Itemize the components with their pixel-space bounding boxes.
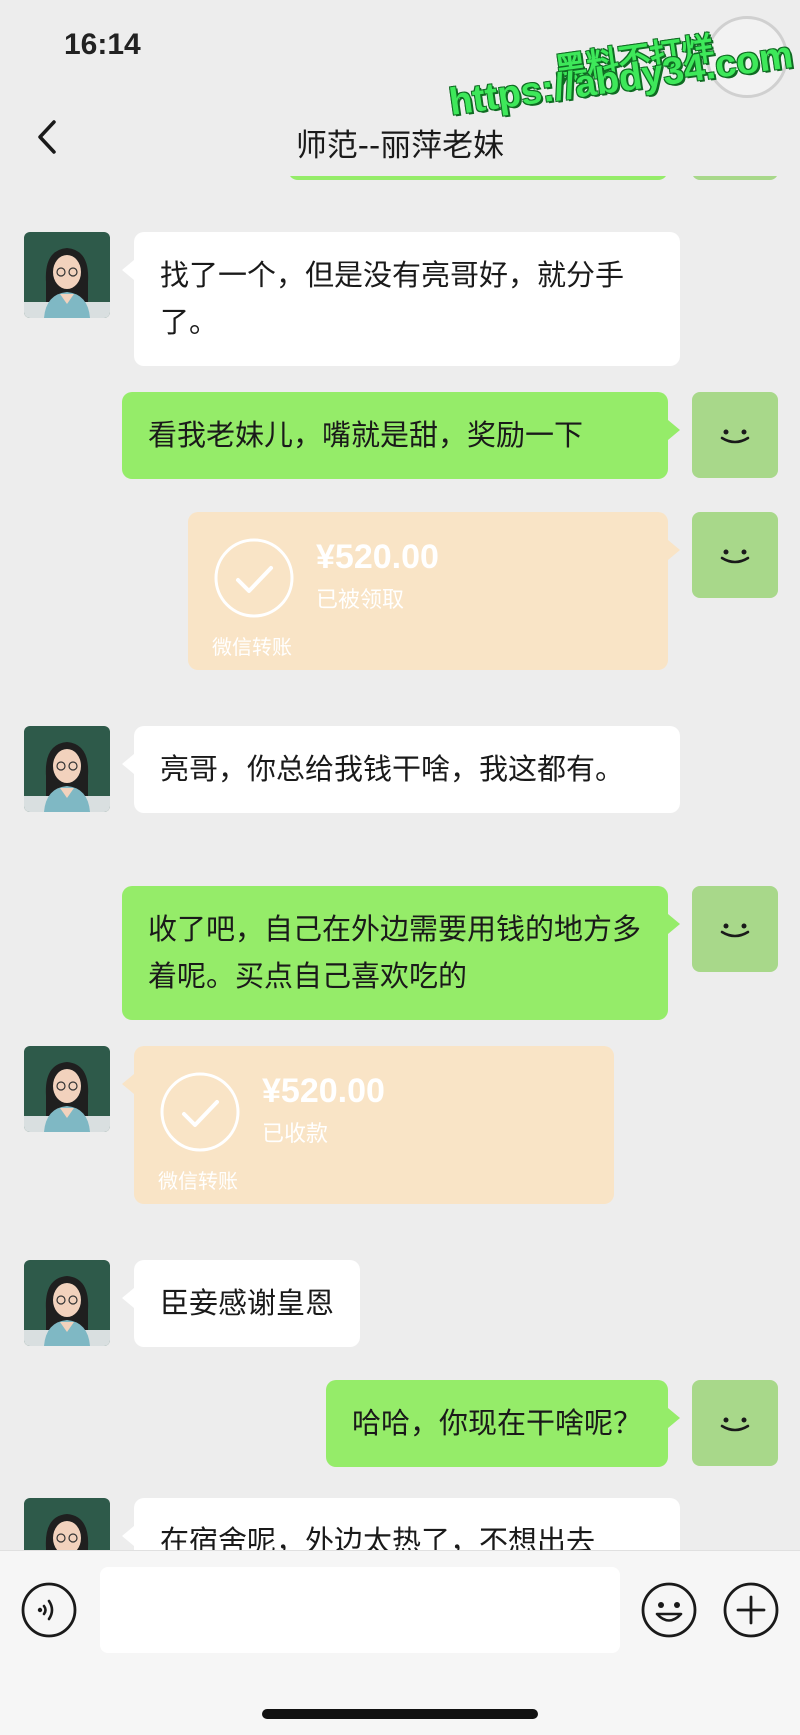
- message-bubble-contact[interactable]: 找了一个，但是没有亮哥好，就分手了。: [122, 232, 680, 366]
- contact-avatar[interactable]: [24, 726, 110, 812]
- transfer-amount: ¥520.00: [262, 1072, 385, 1110]
- message-text: 看我老妹儿，嘴就是甜，奖励一下: [148, 418, 584, 452]
- contact-avatar[interactable]: [24, 1046, 110, 1132]
- transfer-status: 已收款: [262, 1122, 329, 1147]
- previous-self-avatar: [692, 176, 778, 180]
- watermark-circle: [706, 16, 788, 98]
- nav-bar: 师范--丽萍老妹: [0, 100, 800, 176]
- message-text: 收了吧，自己在外边需要用钱的地方多着呢。买点自己喜欢吃的: [148, 912, 642, 993]
- teacher-avatar-icon: [24, 1260, 110, 1346]
- message-bubble-contact[interactable]: 在宿舍呢，外边太热了，不想出去: [122, 1498, 680, 1550]
- home-indicator[interactable]: [262, 1709, 538, 1719]
- teacher-avatar-icon: [24, 1498, 110, 1550]
- contact-avatar[interactable]: [24, 232, 110, 318]
- my-avatar[interactable]: [692, 1380, 778, 1466]
- message-input[interactable]: [100, 1567, 620, 1653]
- message-bubble-me[interactable]: 看我老妹儿，嘴就是甜，奖励一下: [122, 392, 680, 479]
- transfer-status: 已被领取: [316, 588, 405, 613]
- emoji-button[interactable]: [640, 1581, 698, 1639]
- message-bubble-me[interactable]: 收了吧，自己在外边需要用钱的地方多着呢。买点自己喜欢吃的: [122, 886, 680, 1020]
- message-text: 找了一个，但是没有亮哥好，就分手了。: [160, 258, 625, 339]
- contact-avatar[interactable]: [24, 1260, 110, 1346]
- voice-icon: [21, 1582, 77, 1638]
- smiley-avatar-icon: [720, 923, 750, 938]
- message-bubble-contact[interactable]: 臣妾感谢皇恩: [121, 1260, 361, 1347]
- smiley-avatar-icon: [720, 1417, 750, 1432]
- my-avatar[interactable]: [692, 512, 778, 598]
- emoji-icon: [641, 1582, 697, 1638]
- checkmark-icon: [160, 1072, 240, 1152]
- chat-title[interactable]: 师范--丽萍老妹: [0, 120, 800, 165]
- transfer-card-received[interactable]: ¥520.00 已收款 微信转账: [122, 1046, 614, 1204]
- status-time: 16:14: [64, 28, 141, 61]
- message-text: 臣妾感谢皇恩: [160, 1286, 335, 1320]
- smiley-avatar-icon: [720, 549, 750, 564]
- transfer-label: 微信转账: [212, 635, 292, 659]
- previous-message-bubble: [288, 176, 668, 180]
- message-text: 在宿舍呢，外边太热了，不想出去: [160, 1524, 596, 1550]
- message-bubble-contact[interactable]: 亮哥，你总给我钱干啥，我这都有。: [122, 726, 680, 813]
- transfer-label: 微信转账: [158, 1169, 238, 1193]
- teacher-avatar-icon: [24, 1046, 110, 1132]
- checkmark-icon: [214, 538, 294, 618]
- message-text: 哈哈，你现在干啥呢？: [351, 1406, 642, 1440]
- teacher-avatar-icon: [24, 232, 110, 318]
- message-bubble-me[interactable]: 哈哈，你现在干啥呢？: [325, 1380, 681, 1467]
- transfer-card-sent[interactable]: ¥520.00 已被领取 微信转账: [188, 512, 680, 670]
- my-avatar[interactable]: [692, 886, 778, 972]
- plus-icon: [723, 1582, 779, 1638]
- message-text: 亮哥，你总给我钱干啥，我这都有。: [160, 752, 625, 786]
- my-avatar[interactable]: [692, 392, 778, 478]
- input-bar: [0, 1550, 800, 1735]
- chat-area[interactable]: 找了一个，但是没有亮哥好，就分手了。 看我老妹儿，嘴就是甜，奖励一下 ¥520.…: [0, 176, 800, 1550]
- voice-button[interactable]: [20, 1581, 78, 1639]
- transfer-amount: ¥520.00: [316, 538, 439, 576]
- more-button[interactable]: [722, 1581, 780, 1639]
- contact-avatar[interactable]: [24, 1498, 110, 1550]
- teacher-avatar-icon: [24, 726, 110, 812]
- watermark-line1: 黑料不打烊: [552, 29, 717, 89]
- smiley-avatar-icon: [720, 429, 750, 444]
